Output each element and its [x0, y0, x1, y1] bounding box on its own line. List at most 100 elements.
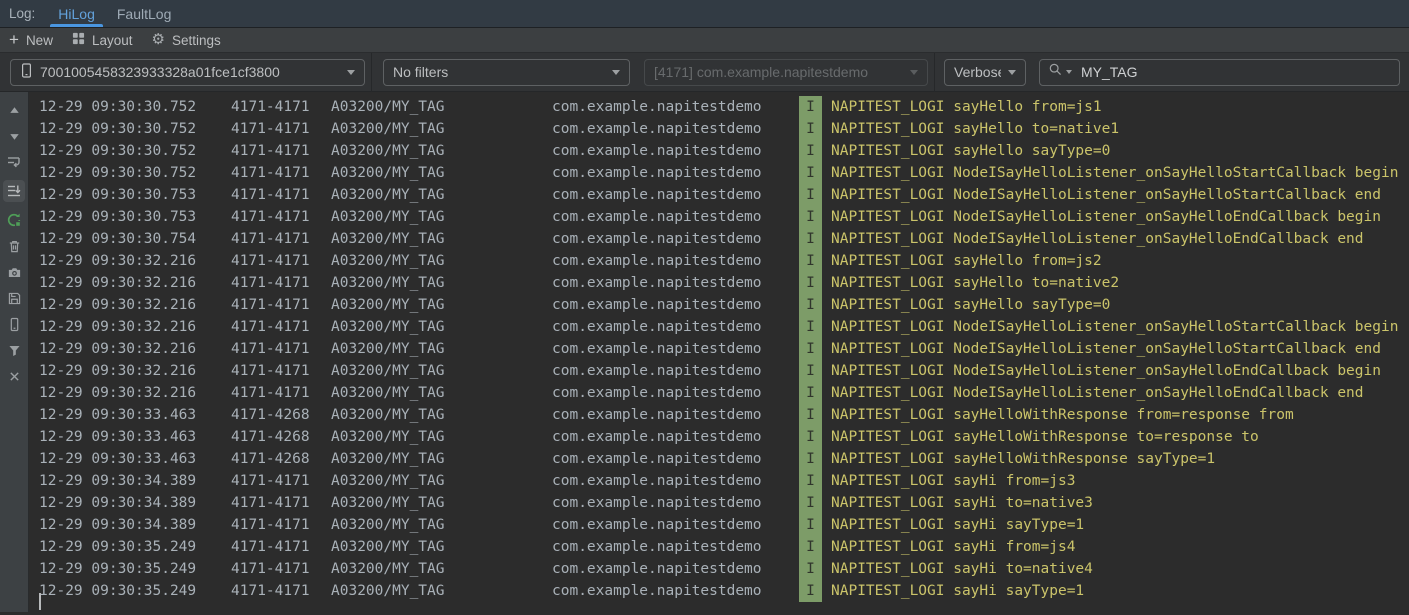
log-pkg: com.example.napitestdemo: [552, 360, 799, 382]
log-msg: NAPITEST_LOGI NodeISayHelloListener_onSa…: [822, 338, 1409, 360]
log-time: 12-29 09:30:35.249: [29, 558, 231, 580]
device-icon[interactable]: [3, 316, 25, 332]
log-row[interactable]: 12-29 09:30:32.2164171-4171A03200/MY_TAG…: [29, 360, 1409, 382]
search-history-chevron-icon[interactable]: [1066, 70, 1072, 74]
soft-wrap-icon[interactable]: [3, 154, 25, 170]
log-time: 12-29 09:30:30.752: [29, 118, 231, 140]
log-pkg: com.example.napitestdemo: [552, 448, 799, 470]
log-level: I: [799, 294, 822, 316]
log-tag: A03200/MY_TAG: [331, 250, 552, 272]
log-pkg: com.example.napitestdemo: [552, 514, 799, 536]
log-msg: NAPITEST_LOGI sayHi to=native4: [822, 558, 1409, 580]
log-row[interactable]: 12-29 09:30:30.7524171-4171A03200/MY_TAG…: [29, 140, 1409, 162]
log-tag: A03200/MY_TAG: [331, 206, 552, 228]
tab-hilog[interactable]: HiLog: [47, 0, 106, 27]
log-level: I: [799, 558, 822, 580]
log-time: 12-29 09:30:32.216: [29, 338, 231, 360]
text-caret: [39, 593, 41, 610]
log-msg: NAPITEST_LOGI sayHi to=native3: [822, 492, 1409, 514]
log-row[interactable]: 12-29 09:30:30.7524171-4171A03200/MY_TAG…: [29, 118, 1409, 140]
log-msg: NAPITEST_LOGI NodeISayHelloListener_onSa…: [822, 316, 1409, 338]
scroll-down-icon[interactable]: [3, 128, 25, 144]
log-pkg: com.example.napitestdemo: [552, 404, 799, 426]
filter-preset-selector[interactable]: No filters: [383, 59, 630, 86]
log-row[interactable]: 12-29 09:30:30.7534171-4171A03200/MY_TAG…: [29, 184, 1409, 206]
search-input[interactable]: [1075, 64, 1391, 80]
log-row[interactable]: 12-29 09:30:33.4634171-4268A03200/MY_TAG…: [29, 426, 1409, 448]
log-pid: 4171-4171: [231, 580, 331, 602]
log-row[interactable]: 12-29 09:30:30.7524171-4171A03200/MY_TAG…: [29, 162, 1409, 184]
log-row[interactable]: 12-29 09:30:32.2164171-4171A03200/MY_TAG…: [29, 338, 1409, 360]
log-tag: A03200/MY_TAG: [331, 96, 552, 118]
log-row[interactable]: 12-29 09:30:34.3894171-4171A03200/MY_TAG…: [29, 470, 1409, 492]
restart-icon[interactable]: [3, 212, 25, 228]
log-tag: A03200/MY_TAG: [331, 316, 552, 338]
log-level: I: [799, 272, 822, 294]
log-msg: NAPITEST_LOGI sayHello to=native1: [822, 118, 1409, 140]
log-row[interactable]: 12-29 09:30:33.4634171-4268A03200/MY_TAG…: [29, 404, 1409, 426]
log-pid: 4171-4268: [231, 448, 331, 470]
log-level: I: [799, 250, 822, 272]
log-pkg: com.example.napitestdemo: [552, 184, 799, 206]
log-tag: A03200/MY_TAG: [331, 536, 552, 558]
log-pid: 4171-4171: [231, 470, 331, 492]
log-time: 12-29 09:30:34.389: [29, 492, 231, 514]
log-tag: A03200/MY_TAG: [331, 272, 552, 294]
log-pkg: com.example.napitestdemo: [552, 492, 799, 514]
log-time: 12-29 09:30:32.216: [29, 382, 231, 404]
log-tag: A03200/MY_TAG: [331, 492, 552, 514]
hilog-panel: Log: HiLog FaultLog + New Layout ⚙ Setti…: [0, 0, 1409, 612]
log-tag: A03200/MY_TAG: [331, 360, 552, 382]
log-row[interactable]: 12-29 09:30:35.2494171-4171A03200/MY_TAG…: [29, 536, 1409, 558]
log-level: I: [799, 514, 822, 536]
log-msg: NAPITEST_LOGI sayHello sayType=0: [822, 140, 1409, 162]
clear-log-icon[interactable]: [3, 238, 25, 254]
log-row[interactable]: 12-29 09:30:33.4634171-4268A03200/MY_TAG…: [29, 448, 1409, 470]
log-row[interactable]: 12-29 09:30:35.2494171-4171A03200/MY_TAG…: [29, 580, 1409, 602]
log-tag: A03200/MY_TAG: [331, 118, 552, 140]
log-level: I: [799, 96, 822, 118]
settings-button[interactable]: ⚙ Settings: [152, 33, 221, 48]
log-msg: NAPITEST_LOGI sayHelloWithResponse sayTy…: [822, 448, 1409, 470]
log-main: 12-29 09:30:30.7524171-4171A03200/MY_TAG…: [0, 92, 1409, 612]
log-msg: NAPITEST_LOGI sayHelloWithResponse to=re…: [822, 426, 1409, 448]
save-log-icon[interactable]: [3, 290, 25, 306]
log-row[interactable]: 12-29 09:30:32.2164171-4171A03200/MY_TAG…: [29, 294, 1409, 316]
log-time: 12-29 09:30:30.752: [29, 96, 231, 118]
log-msg: NAPITEST_LOGI sayHello to=native2: [822, 272, 1409, 294]
gear-icon: ⚙: [152, 33, 165, 47]
scroll-to-end-icon[interactable]: [3, 180, 25, 202]
log-row[interactable]: 12-29 09:30:32.2164171-4171A03200/MY_TAG…: [29, 382, 1409, 404]
log-row[interactable]: 12-29 09:30:32.2164171-4171A03200/MY_TAG…: [29, 272, 1409, 294]
log-area[interactable]: 12-29 09:30:30.7524171-4171A03200/MY_TAG…: [29, 92, 1409, 612]
log-time: 12-29 09:30:35.249: [29, 580, 231, 602]
log-time: 12-29 09:30:34.389: [29, 470, 231, 492]
log-pkg: com.example.napitestdemo: [552, 426, 799, 448]
log-row[interactable]: 12-29 09:30:30.7534171-4171A03200/MY_TAG…: [29, 206, 1409, 228]
log-msg: NAPITEST_LOGI sayHello sayType=0: [822, 294, 1409, 316]
log-level: I: [799, 448, 822, 470]
log-time: 12-29 09:30:30.753: [29, 184, 231, 206]
tab-faultlog[interactable]: FaultLog: [106, 0, 182, 27]
log-tag: A03200/MY_TAG: [331, 558, 552, 580]
log-gutter-toolbar: [0, 92, 29, 612]
log-row[interactable]: 12-29 09:30:35.2494171-4171A03200/MY_TAG…: [29, 558, 1409, 580]
log-row[interactable]: 12-29 09:30:30.7524171-4171A03200/MY_TAG…: [29, 96, 1409, 118]
log-time: 12-29 09:30:32.216: [29, 272, 231, 294]
scroll-up-icon[interactable]: [3, 102, 25, 118]
filter-icon[interactable]: [3, 342, 25, 358]
log-row[interactable]: 12-29 09:30:30.7544171-4171A03200/MY_TAG…: [29, 228, 1409, 250]
log-row[interactable]: 12-29 09:30:34.3894171-4171A03200/MY_TAG…: [29, 514, 1409, 536]
log-row[interactable]: 12-29 09:30:32.2164171-4171A03200/MY_TAG…: [29, 316, 1409, 338]
log-pid: 4171-4268: [231, 404, 331, 426]
log-row[interactable]: 12-29 09:30:34.3894171-4171A03200/MY_TAG…: [29, 492, 1409, 514]
log-level: I: [799, 206, 822, 228]
log-row[interactable]: 12-29 09:30:32.2164171-4171A03200/MY_TAG…: [29, 250, 1409, 272]
log-level-selector[interactable]: Verbose: [944, 59, 1026, 86]
close-icon[interactable]: [3, 368, 25, 384]
device-selector[interactable]: 7001005458323933328a01fce1cf3800: [10, 59, 365, 86]
log-pid: 4171-4268: [231, 426, 331, 448]
layout-button[interactable]: Layout: [72, 32, 133, 48]
screenshot-icon[interactable]: [3, 264, 25, 280]
new-button[interactable]: + New: [9, 33, 53, 48]
